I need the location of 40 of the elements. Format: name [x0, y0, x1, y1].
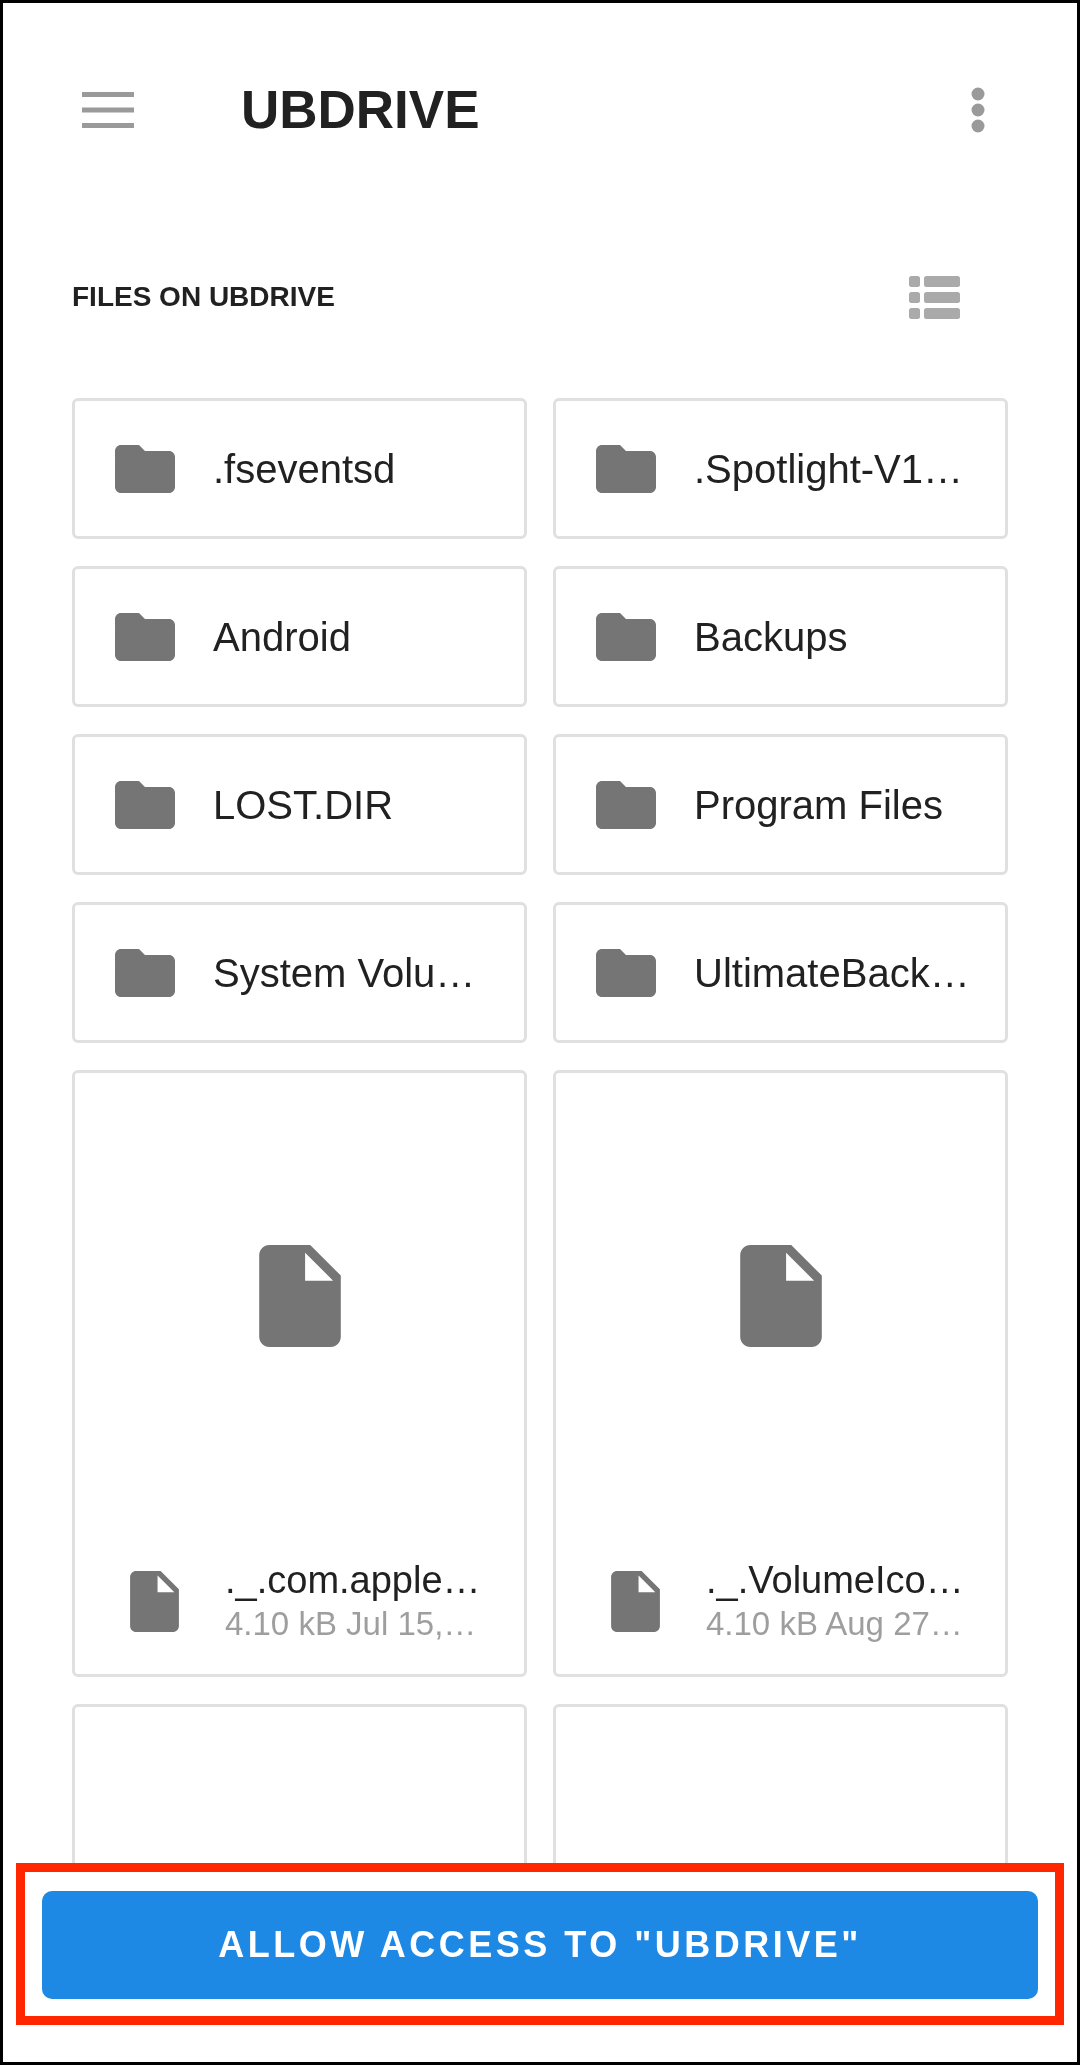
- folder-name: Android: [213, 613, 351, 661]
- folder-icon: [596, 444, 656, 493]
- folder-name: .Spotlight-V1…: [694, 445, 964, 493]
- file-icon: [739, 1245, 822, 1347]
- folder-icon: [596, 612, 656, 661]
- folder-name: .fseventsd: [213, 445, 396, 493]
- allow-access-button[interactable]: ALLOW ACCESS TO "UBDRIVE": [42, 1891, 1038, 1999]
- folder-name: System Volu…: [213, 949, 476, 997]
- file-name: ._.VolumeIco…: [706, 1559, 964, 1603]
- app-title: UBDRIVE: [241, 79, 480, 142]
- file-card[interactable]: ._.com.apple… 4.10 kB Jul 15,…: [72, 1070, 527, 1677]
- folder-card[interactable]: System Volu…: [72, 902, 527, 1043]
- more-options-icon[interactable]: [971, 87, 985, 133]
- folder-card[interactable]: .Spotlight-V1…: [553, 398, 1008, 539]
- folder-name: Program Files: [694, 781, 943, 829]
- folder-card[interactable]: Backups: [553, 566, 1008, 707]
- folder-card[interactable]: Program Files: [553, 734, 1008, 875]
- folder-icon: [596, 780, 656, 829]
- folder-name: UltimateBack…: [694, 949, 970, 997]
- file-meta: 4.10 kB Aug 27…: [706, 1603, 963, 1644]
- folder-card[interactable]: Android: [72, 566, 527, 707]
- file-card[interactable]: ._.VolumeIco… 4.10 kB Aug 27…: [553, 1070, 1008, 1677]
- folder-icon: [115, 780, 175, 829]
- menu-icon[interactable]: [82, 92, 134, 128]
- folder-card[interactable]: .fseventsd: [72, 398, 527, 539]
- folder-icon: [596, 948, 656, 997]
- section-title: FILES ON UBDRIVE: [72, 280, 335, 314]
- list-view-icon[interactable]: [909, 275, 960, 319]
- file-icon: [258, 1245, 341, 1347]
- folder-icon: [115, 612, 175, 661]
- folder-name: Backups: [694, 613, 848, 661]
- folder-icon: [115, 948, 175, 997]
- folder-name: LOST.DIR: [213, 781, 394, 829]
- folder-card[interactable]: LOST.DIR: [72, 734, 527, 875]
- file-icon: [130, 1571, 179, 1633]
- file-name: ._.com.apple…: [225, 1559, 481, 1603]
- file-icon: [611, 1571, 660, 1633]
- file-meta: 4.10 kB Jul 15,…: [225, 1603, 477, 1644]
- folder-icon: [115, 444, 175, 493]
- folder-card[interactable]: UltimateBack…: [553, 902, 1008, 1043]
